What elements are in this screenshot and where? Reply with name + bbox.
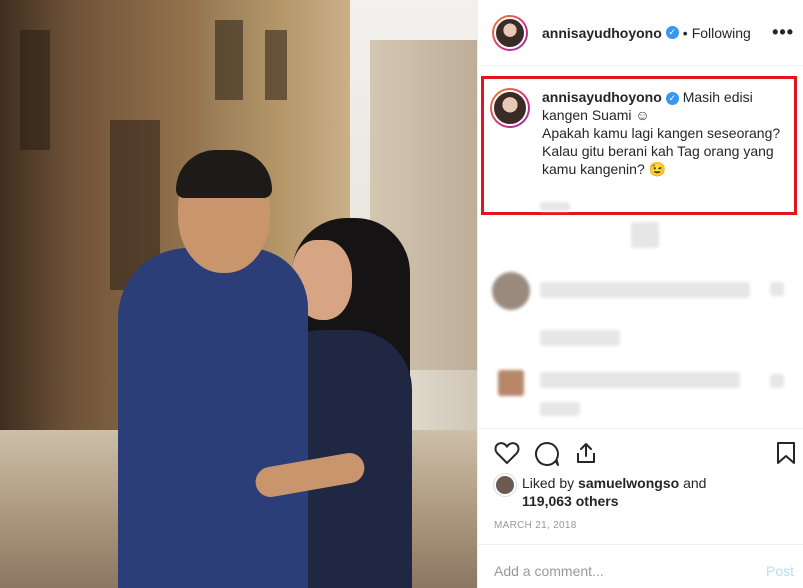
- heart-icon[interactable]: [494, 441, 520, 465]
- likes-prefix: Liked by: [522, 475, 575, 491]
- blurred-avatar: [498, 370, 524, 396]
- avatar[interactable]: [494, 474, 516, 496]
- share-icon[interactable]: [574, 441, 598, 465]
- caption-username[interactable]: annisayudhoyono: [542, 89, 662, 105]
- post-date[interactable]: MARCH 21, 2018: [494, 520, 577, 531]
- bookmark-icon[interactable]: [776, 441, 796, 465]
- likes-conjunction: and: [683, 475, 707, 491]
- blurred-like-icon: [770, 282, 784, 296]
- liked-by-user[interactable]: samuelwongso: [578, 475, 679, 491]
- blurred-timestamp: [540, 202, 570, 211]
- verified-icon: ✓: [665, 26, 679, 39]
- comment-form: Add a comment... Post: [478, 544, 803, 588]
- photo-window: [20, 30, 50, 150]
- action-bar: [478, 428, 803, 478]
- blurred-comment-meta: [540, 402, 580, 416]
- blurred-avatar: [492, 272, 530, 310]
- post-comment-button[interactable]: Post: [766, 563, 794, 579]
- header-separator: •: [682, 24, 688, 41]
- caption-text: annisayudhoyono ✓ Masih edisi kangen Suam…: [542, 88, 782, 178]
- blurred-avatar: [631, 222, 659, 248]
- blurred-like-icon: [770, 374, 784, 388]
- following-button[interactable]: Following: [692, 25, 751, 41]
- likes-summary: Liked by samuelwongso and 119,063 others: [494, 474, 706, 510]
- post-side-panel: annisayudhoyono ✓ • Following ••• annisa…: [477, 0, 803, 588]
- comment-icon[interactable]: [534, 441, 560, 467]
- likes-count[interactable]: 119,063 others: [522, 493, 619, 509]
- comment-input[interactable]: Add a comment...: [494, 563, 604, 579]
- caption: annisayudhoyono ✓ Masih edisi kangen Suam…: [490, 88, 790, 178]
- post-header: annisayudhoyono ✓ • Following •••: [478, 0, 803, 66]
- photo-window: [215, 20, 243, 100]
- caption-line-2: Apakah kamu lagi kangen seseorang? Kalau…: [542, 125, 781, 177]
- verified-icon: ✓: [665, 92, 679, 105]
- more-icon[interactable]: •••: [772, 22, 794, 43]
- blurred-comment-meta: [540, 330, 620, 346]
- header-username[interactable]: annisayudhoyono: [542, 25, 662, 41]
- photo-window: [265, 30, 287, 100]
- post-photo[interactable]: [0, 0, 477, 588]
- avatar[interactable]: [492, 14, 528, 51]
- avatar[interactable]: [490, 88, 530, 128]
- blurred-comment: [540, 372, 740, 388]
- man-shirt: [118, 248, 308, 588]
- blurred-comment: [540, 282, 750, 298]
